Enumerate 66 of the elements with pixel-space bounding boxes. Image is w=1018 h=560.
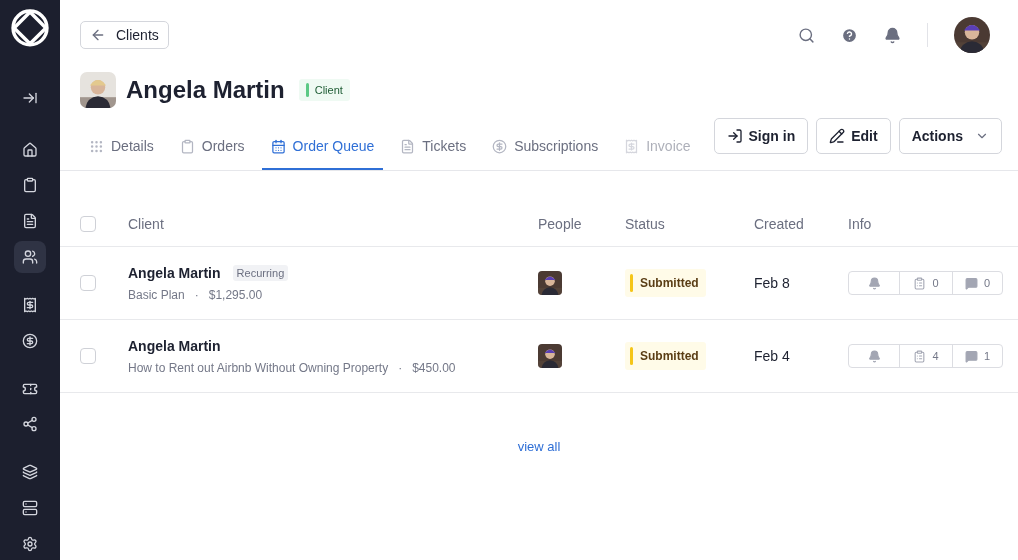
column-header: People [538,215,582,232]
row-checkbox[interactable] [80,275,96,291]
tab[interactable]: Tickets [391,138,476,170]
status-badge: Submitted [625,269,706,297]
clipboard-icon [22,177,38,194]
sign-in-icon [726,128,743,144]
clipboard-icon [179,138,195,154]
select-all-checkbox[interactable] [80,215,96,232]
plan-name: Basic Plan [128,287,185,302]
receipt-icon [22,296,38,313]
file-count: 0 [932,277,939,289]
comment-icon [964,276,978,290]
server-icon [22,500,38,517]
column-header: Created [754,215,804,232]
separator-dot: · [194,287,199,302]
status-badge: Submitted [625,342,706,370]
view-all-link[interactable]: view all [517,439,561,454]
separator-dot: · [398,360,403,375]
tab[interactable]: Order Queue [261,138,384,170]
sidebar-item[interactable] [14,241,46,273]
column-header: Client [128,215,164,232]
grip-icon [89,138,104,154]
edit-button[interactable]: Edit [816,118,891,154]
actions-dropdown[interactable]: Actions [898,118,1002,154]
column-header: Info [848,215,872,232]
client-name[interactable]: Angela Martin [128,264,221,281]
calendar-icon [270,138,286,154]
sign-in-button[interactable]: Sign in [713,118,809,154]
search-button[interactable] [798,26,815,44]
notifications-button[interactable] [884,26,901,44]
settings-icon [22,536,38,552]
created-date: Feb 4 [754,348,790,364]
comment-count: 0 [983,277,991,289]
pencil-icon [829,128,846,144]
home-icon [22,141,38,158]
client-name[interactable]: Angela Martin [128,337,221,354]
clipboard-icon [913,349,927,363]
document-icon [22,213,38,230]
bell-icon [867,349,881,363]
dollar-icon [22,332,38,349]
price: $450.00 [412,360,456,375]
tab[interactable]: Subscriptions [483,138,608,170]
tab[interactable]: Details [80,138,163,170]
help-button[interactable] [841,26,858,44]
client-name: Angela Martin [126,76,285,104]
layers-icon [22,464,38,481]
row-checkbox[interactable] [80,348,96,364]
client-badge: Client [298,79,350,101]
comment-count: 1 [983,350,991,362]
bell-icon [867,276,881,290]
comment-icon [964,349,978,363]
price: $1,295.00 [208,287,263,302]
document-icon [400,138,416,154]
recurring-tag: Recurring [232,264,289,281]
back-button[interactable]: Clients [80,21,169,49]
created-date: Feb 8 [754,275,790,291]
tab[interactable]: Orders [170,138,254,170]
receipt-icon [624,138,640,154]
column-header: Status [625,215,665,232]
clipboard-icon [913,276,927,290]
dollar-icon [492,138,508,154]
people-icon [22,249,38,266]
plan-name: How to Rent out Airbnb Without Owning Property [128,360,389,375]
file-count: 4 [932,350,939,362]
logo-icon[interactable] [10,8,50,48]
network-icon [22,416,38,433]
